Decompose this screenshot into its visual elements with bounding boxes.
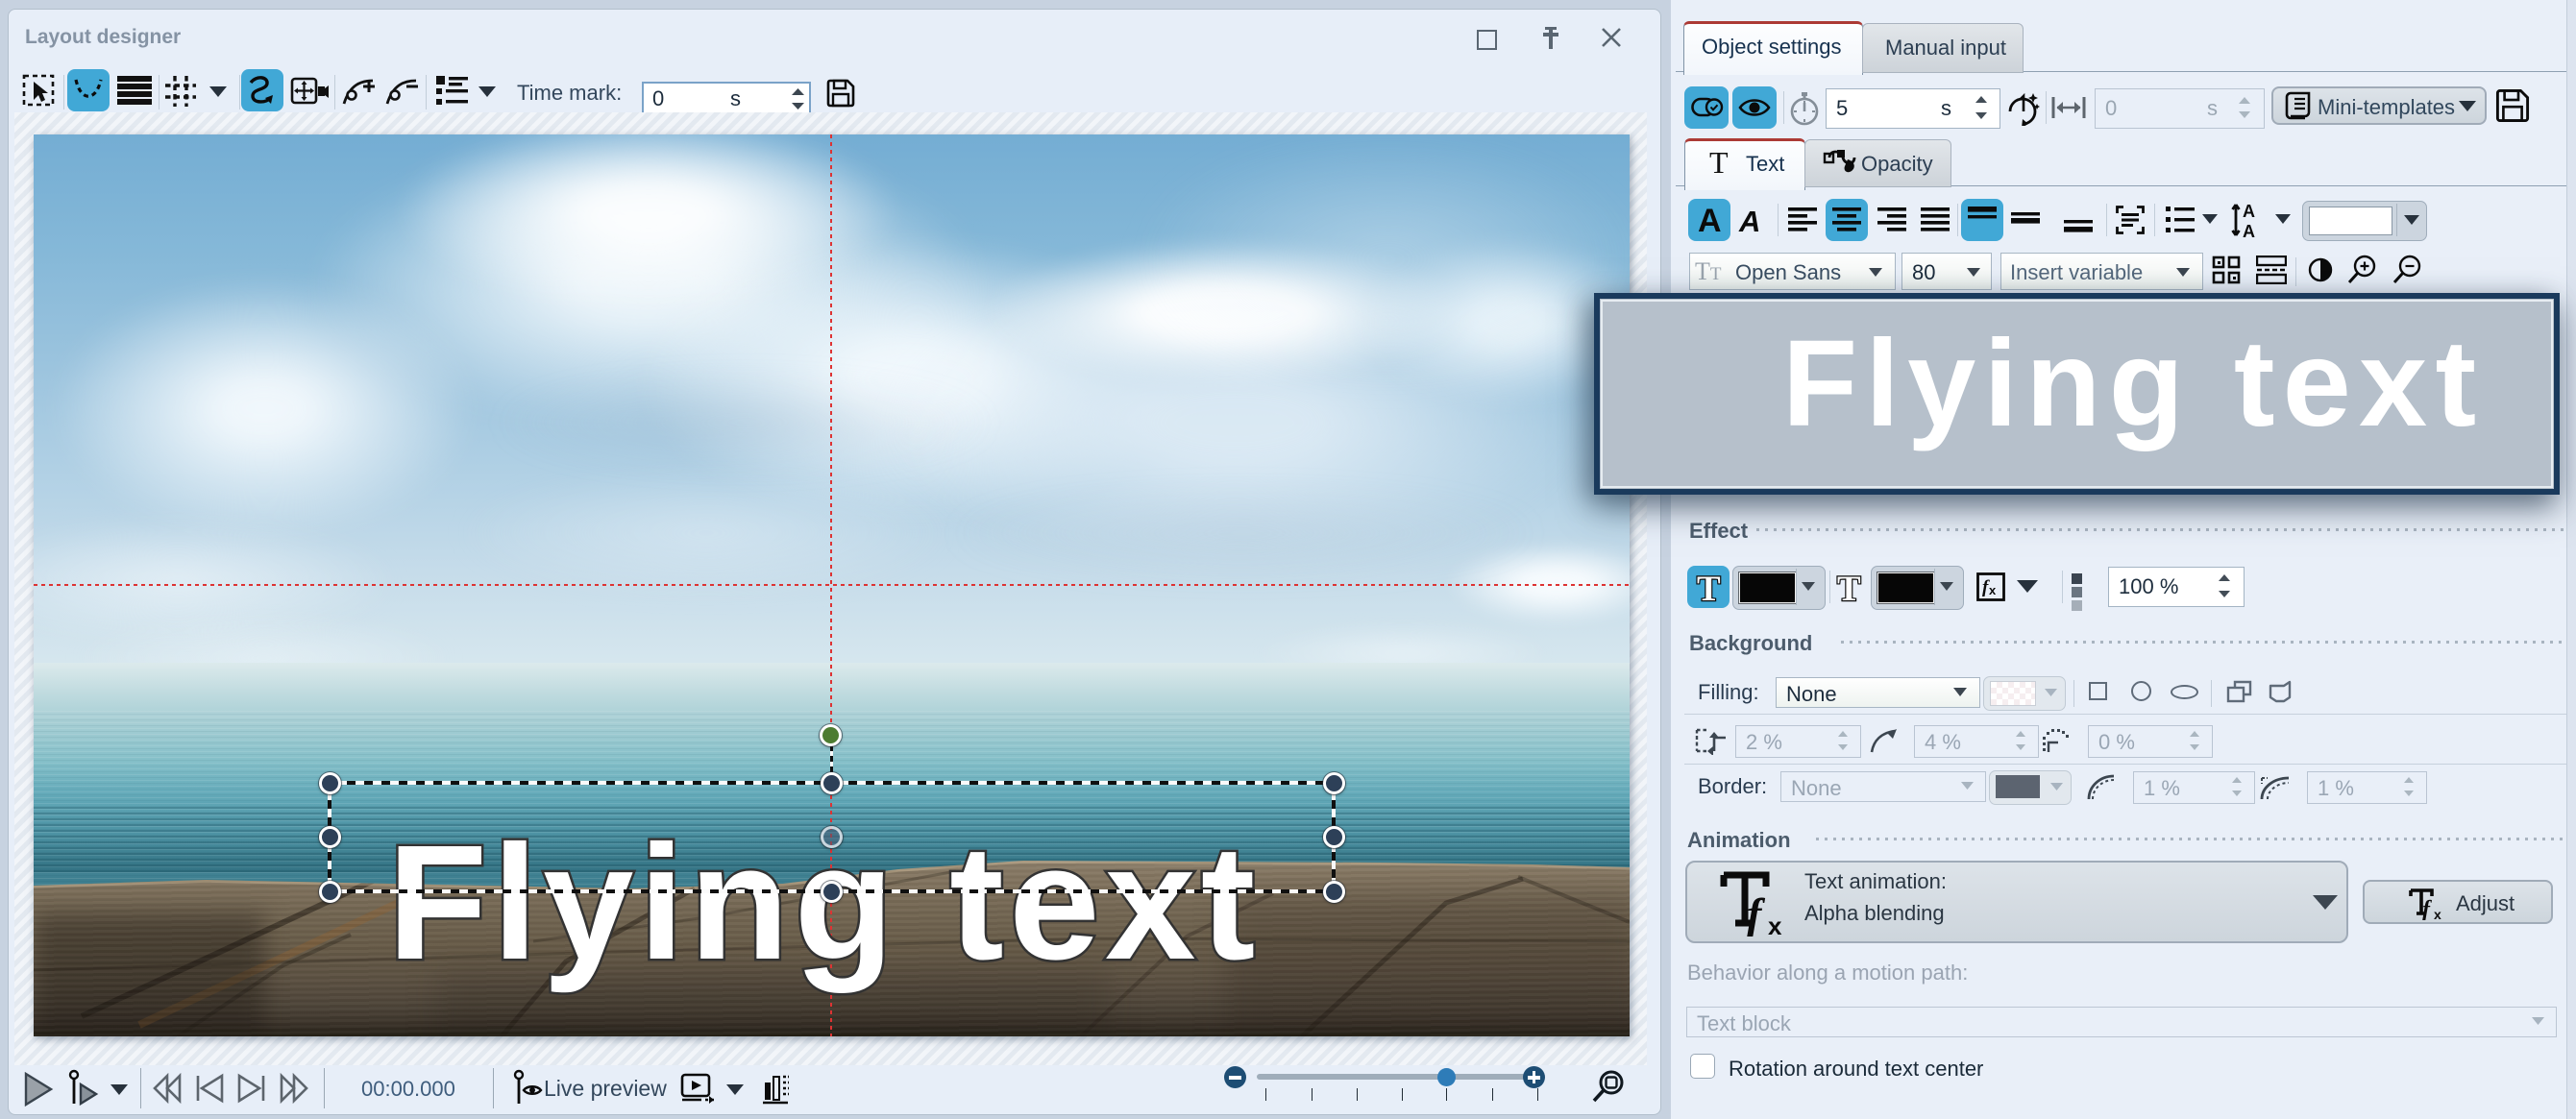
svg-text:A: A [2243,202,2255,221]
svg-text:A: A [2243,222,2255,239]
svg-text:f: f [2422,897,2432,920]
svg-text:x: x [1768,912,1782,937]
svg-text:x: x [2434,907,2441,920]
svg-text:f: f [1747,889,1766,937]
svg-text:x: x [1989,583,1997,597]
